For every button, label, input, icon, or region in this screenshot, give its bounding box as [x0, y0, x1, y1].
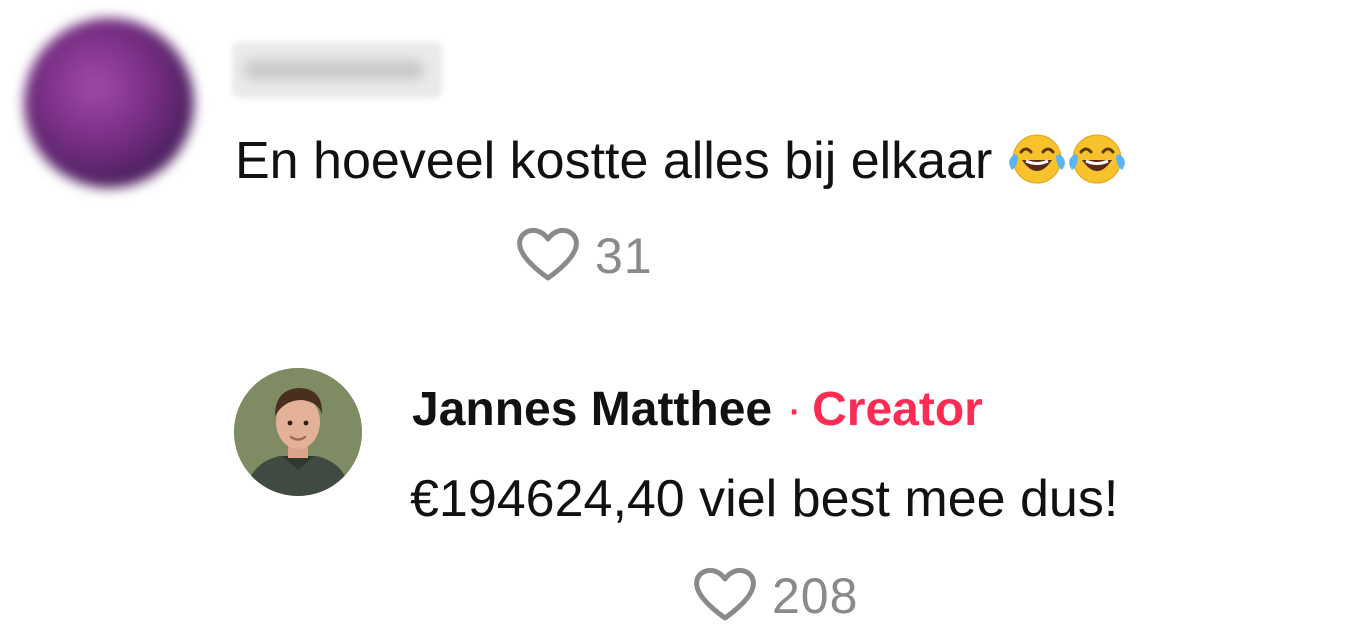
reply-text: €194624,40 viel best mee dus!: [410, 470, 1119, 528]
commenter-username-blurred[interactable]: [232, 42, 442, 98]
comment-like-button[interactable]: 31: [515, 224, 653, 288]
comment-text: En hoeveel kostte alles bij elkaar: [235, 128, 1127, 200]
creator-avatar[interactable]: [234, 368, 362, 496]
laughing-emoji-icon: [1067, 132, 1127, 200]
separator-dot: ·: [786, 383, 803, 436]
username-redaction: [244, 60, 424, 80]
reply-author-row: Jannes Matthee · Creator: [412, 380, 983, 451]
creator-badge: Creator: [812, 383, 983, 436]
creator-name[interactable]: Jannes Matthee: [412, 383, 772, 436]
commenter-avatar-blurred[interactable]: [24, 18, 194, 188]
reply-like-button[interactable]: 208: [692, 564, 858, 628]
like-count: 208: [772, 568, 859, 624]
like-count: 31: [595, 228, 653, 284]
comment-thread: En hoeveel kostte alles bij elkaar 31 Ja…: [0, 0, 1354, 640]
laughing-emoji-icon: [1007, 132, 1067, 200]
comment-body: En hoeveel kostte alles bij elkaar: [235, 132, 993, 190]
heart-icon[interactable]: [515, 224, 581, 289]
heart-icon[interactable]: [692, 564, 758, 629]
